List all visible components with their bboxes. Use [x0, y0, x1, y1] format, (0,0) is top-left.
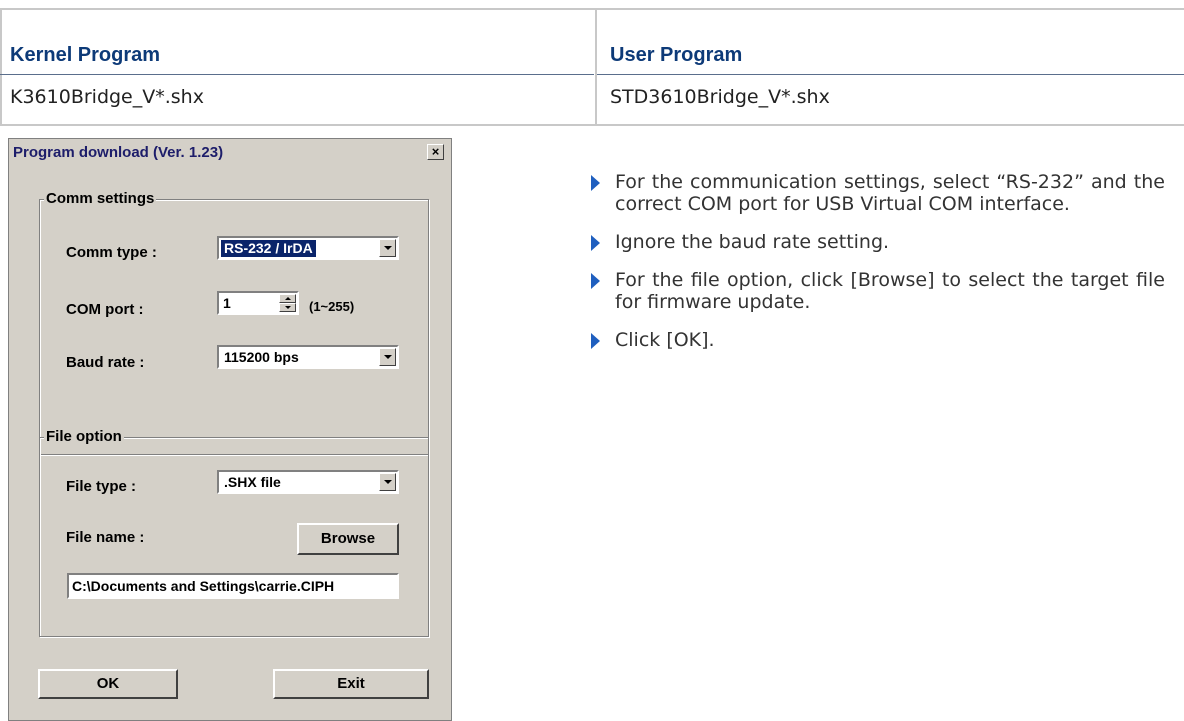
file-type-select[interactable]: .SHX file [217, 470, 399, 494]
triangle-bullet-icon [591, 273, 600, 289]
com-port-spinner[interactable]: 1 [217, 291, 299, 315]
dropdown-arrow-icon[interactable] [379, 473, 396, 491]
close-icon: × [431, 144, 440, 159]
cell-kernel-file: K3610Bridge_V*.shx [10, 86, 204, 108]
comm-type-select[interactable]: RS-232 / IrDA [217, 236, 399, 260]
triangle-bullet-icon [591, 175, 600, 191]
close-button[interactable]: × [427, 144, 444, 160]
list-item: For the file option, click [Browse] to s… [591, 269, 1165, 313]
program-table: Kernel Program User Program K3610Bridge_… [0, 0, 1184, 126]
baud-rate-value: 115200 bps [224, 349, 299, 365]
header-kernel-program: Kernel Program [10, 44, 161, 66]
table-column-divider [595, 8, 597, 126]
header-underline [597, 74, 1184, 75]
table-top-border [0, 8, 1184, 10]
comm-settings-legend: Comm settings [44, 190, 157, 207]
triangle-bullet-icon [591, 235, 600, 251]
spinner-buttons[interactable] [279, 294, 296, 312]
header-user-program: User Program [610, 44, 743, 66]
com-port-label: COM port : [66, 301, 144, 318]
file-type-label: File type : [66, 478, 137, 495]
table-left-border [0, 8, 2, 126]
com-port-value: 1 [223, 295, 231, 311]
spin-down-icon[interactable] [279, 303, 296, 312]
list-item: Ignore the baud rate setting. [591, 231, 1165, 253]
dropdown-arrow-icon[interactable] [379, 239, 396, 257]
file-option-legend: File option [44, 428, 124, 445]
header-underline [0, 74, 594, 75]
dialog-titlebar[interactable]: Program download (Ver. 1.23) × [9, 139, 451, 167]
comm-type-value: RS-232 / IrDA [221, 240, 316, 257]
list-item-text: Click [OK]. [615, 329, 715, 351]
cell-user-file: STD3610Bridge_V*.shx [610, 86, 830, 108]
spin-up-icon[interactable] [279, 294, 296, 303]
browse-button[interactable]: Browse [297, 523, 399, 555]
baud-rate-select[interactable]: 115200 bps [217, 345, 399, 369]
program-download-dialog: Program download (Ver. 1.23) × Comm sett… [8, 138, 452, 721]
list-item: Click [OK]. [591, 329, 1165, 351]
list-item-text: Ignore the baud rate setting. [615, 231, 890, 253]
instruction-list: For the communication settings, select “… [591, 171, 1165, 367]
list-item-text: For the file option, click [Browse] to s… [615, 269, 1165, 313]
table-bottom-border [0, 124, 1184, 126]
dialog-title: Program download (Ver. 1.23) [13, 144, 224, 161]
com-port-range: (1~255) [309, 299, 355, 314]
baud-rate-label: Baud rate : [66, 354, 145, 371]
file-type-value: .SHX file [224, 474, 281, 490]
file-path-value: C:\Documents and Settings\carrie.CIPH [72, 578, 335, 594]
exit-button[interactable]: Exit [273, 669, 429, 699]
triangle-bullet-icon [591, 333, 600, 349]
file-path-input[interactable]: C:\Documents and Settings\carrie.CIPH [67, 573, 399, 599]
file-name-label: File name : [66, 529, 145, 546]
list-item: For the communication settings, select “… [591, 171, 1165, 215]
comm-type-label: Comm type : [66, 244, 157, 261]
ok-button[interactable]: OK [38, 669, 178, 699]
list-item-text: For the communication settings, select “… [615, 171, 1165, 215]
dropdown-arrow-icon[interactable] [379, 348, 396, 366]
